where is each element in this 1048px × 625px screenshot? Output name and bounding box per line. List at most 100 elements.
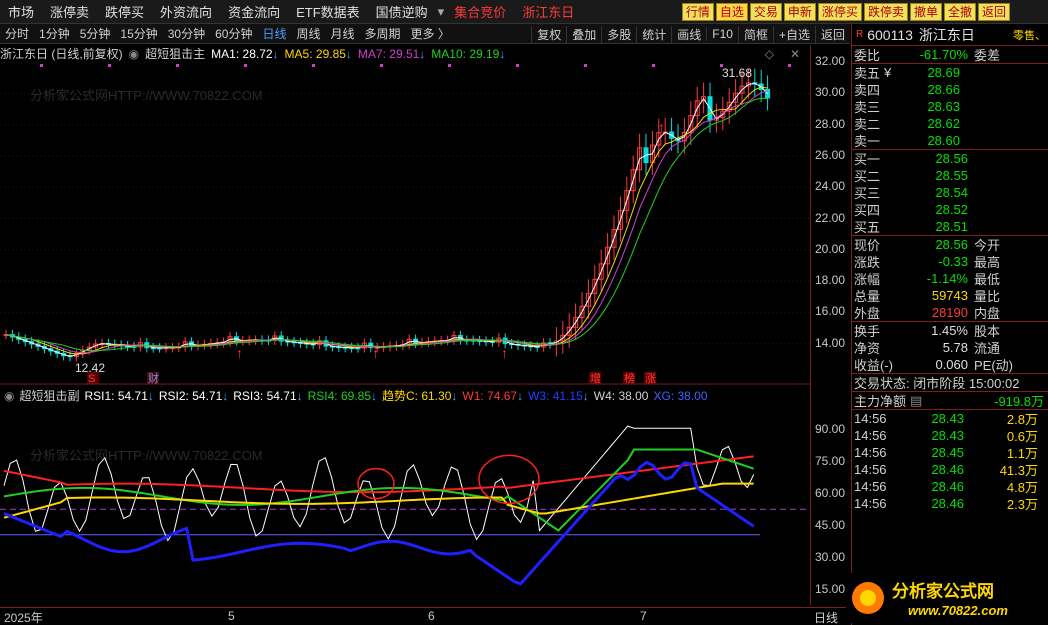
- bid-row[interactable]: 买一 28.56: [852, 150, 1048, 167]
- menu-item-2[interactable]: 跌停买: [97, 2, 152, 21]
- net-flow-row: 主力净额 ▤ -919.8万: [852, 392, 1048, 410]
- indicator-chart[interactable]: 分析家公式网HTTP://WWW.70822.COM: [0, 404, 810, 604]
- period-2[interactable]: 5分钟: [75, 25, 116, 42]
- stock-tag[interactable]: 零售、: [1013, 27, 1048, 43]
- tick-row: 14:56 28.46 41.3万: [852, 461, 1048, 478]
- ask-row[interactable]: 卖三 28.63: [852, 98, 1048, 115]
- price-tick: 14.00: [815, 335, 846, 350]
- arrow-down-icon: ↓: [499, 46, 506, 61]
- arrow-down-icon: ↓: [345, 46, 352, 61]
- event-marker-label: 增: [590, 371, 601, 385]
- arrow-down-icon: ↓: [419, 46, 426, 61]
- ask-price: 28.60: [927, 133, 960, 148]
- bid-row[interactable]: 买五 28.51: [852, 218, 1048, 235]
- period-8[interactable]: 月线: [326, 25, 360, 42]
- chevron-down-icon[interactable]: ▾: [436, 4, 447, 20]
- signal-dot: [516, 64, 519, 67]
- ask-row[interactable]: 卖二 28.62: [852, 115, 1048, 132]
- tool-5[interactable]: F10: [706, 27, 738, 41]
- ratio-value: -61.70%: [919, 47, 968, 62]
- period-3[interactable]: 15分钟: [115, 25, 162, 42]
- top-button-5[interactable]: 跌停卖: [863, 3, 908, 21]
- top-button-6[interactable]: 撤单: [909, 3, 942, 21]
- sub-tick: 45.00: [815, 518, 846, 532]
- top-button-0[interactable]: 行情: [681, 3, 714, 21]
- price-tick: 18.00: [815, 273, 846, 288]
- rsi1-value: RSI1: 54.71: [84, 388, 148, 403]
- w3-line: [3, 460, 755, 586]
- top-button-2[interactable]: 交易: [749, 3, 782, 21]
- period-9[interactable]: 多周期: [360, 25, 406, 42]
- top-button-7[interactable]: 全撤: [943, 3, 976, 21]
- diamond-icon[interactable]: ◇: [765, 47, 774, 61]
- close-icon[interactable]: ✕: [790, 47, 800, 61]
- tool-8[interactable]: 返回: [814, 25, 850, 43]
- menu-item-6[interactable]: 国债逆购: [368, 2, 436, 21]
- ask-row[interactable]: 卖五 ¥28.69: [852, 64, 1048, 81]
- top-button-1[interactable]: 自选: [715, 3, 748, 21]
- period-6[interactable]: 日线: [257, 25, 291, 42]
- logo-emblem-inner: [860, 590, 876, 606]
- period-5[interactable]: 60分钟: [210, 25, 257, 42]
- stat-label2: 内盘: [974, 306, 1001, 321]
- tool-6[interactable]: 简框: [737, 25, 773, 43]
- bid-row[interactable]: 买二 28.55: [852, 167, 1048, 184]
- ask-price: 28.62: [927, 116, 960, 131]
- period-4[interactable]: 30分钟: [163, 25, 210, 42]
- top-button-8[interactable]: 返回: [977, 3, 1010, 21]
- tool-4[interactable]: 画线: [671, 25, 706, 43]
- period-10[interactable]: 更多 〉: [406, 25, 455, 42]
- sub-tick: 75.00: [815, 454, 846, 468]
- sub-tick: 90.00: [815, 422, 846, 436]
- tool-2[interactable]: 多股: [601, 25, 636, 43]
- signal-dot: [40, 64, 43, 67]
- menu-item-4[interactable]: 资金流向: [220, 2, 288, 21]
- ask-row[interactable]: 卖一 28.60: [852, 132, 1048, 149]
- ask-row[interactable]: 卖四 28.66: [852, 81, 1048, 98]
- tool-0[interactable]: 复权: [531, 25, 566, 43]
- time-tick: 6: [428, 609, 435, 623]
- bid-price: 28.56: [935, 151, 968, 166]
- yuan-icon: ¥: [884, 65, 892, 80]
- chevron-down-icon[interactable]: ◉: [129, 47, 139, 61]
- menu-item-5[interactable]: ETF数据表: [288, 2, 368, 21]
- arrow-down-icon: ↓: [451, 388, 458, 403]
- main-indicator-name[interactable]: 超短狙击主: [145, 45, 205, 62]
- menu-item-8[interactable]: 浙江东日: [514, 2, 582, 21]
- rsi2-value: RSI2: 54.71: [158, 388, 223, 403]
- bottom-period-label[interactable]: 日线: [814, 609, 838, 625]
- menu-item-3[interactable]: 外资流向: [152, 2, 220, 21]
- tool-3[interactable]: 统计: [636, 25, 671, 43]
- menu-item-7[interactable]: 集合竞价: [446, 2, 514, 21]
- stat-label: 收益(-): [854, 358, 893, 373]
- tool-1[interactable]: 叠加: [566, 25, 601, 43]
- period-7[interactable]: 周线: [291, 25, 325, 42]
- price-chart[interactable]: 分析家公式网HTTP://WWW.70822.COM↑ ↑ ↑↑31.6812.42…: [0, 62, 810, 385]
- event-marker-label: S: [88, 373, 95, 385]
- chart-toolbar: 分时 1分钟 5分钟 15分钟 30分钟 60分钟 日线 周线 月线 多周期 更多 〉 复权 叠加 多股…: [0, 24, 850, 44]
- table-icon[interactable]: ▤: [910, 393, 922, 409]
- tool-7[interactable]: +自选: [772, 25, 815, 43]
- sub-indicator-name[interactable]: 超短狙击副: [19, 387, 79, 404]
- period-0[interactable]: 分时: [0, 25, 34, 42]
- rsi3-value: RSI3: 54.71: [233, 388, 297, 403]
- trade-status: 交易状态: 闭市阶段 15:00:02: [852, 374, 1048, 391]
- signal-dot: [244, 64, 247, 67]
- period-1[interactable]: 1分钟: [34, 25, 75, 42]
- stat-row: 换手 1.45% 股本: [852, 322, 1048, 339]
- bid-list: 买一 28.56 买二 28.55 买三 28.54 买四 28.52 买五 28.51: [852, 150, 1048, 235]
- top-button-3[interactable]: 申新: [783, 3, 816, 21]
- arrow-down-icon: ↓: [296, 388, 303, 403]
- bid-row[interactable]: 买三 28.54: [852, 184, 1048, 201]
- bid-row[interactable]: 买四 28.52: [852, 201, 1048, 218]
- tick-row: 14:56 28.46 4.8万: [852, 478, 1048, 495]
- menu-item-0[interactable]: 市场: [0, 2, 42, 21]
- stat-value: 28.56: [935, 237, 968, 252]
- ask-label: 卖一: [854, 134, 881, 149]
- menu-item-1[interactable]: 涨停卖: [42, 2, 97, 21]
- chevron-down-icon[interactable]: ◉: [4, 389, 14, 403]
- time-tick: 7: [640, 609, 647, 623]
- buy-arrow-icon: ↑: [372, 345, 379, 361]
- xg-value: XG: 38.00: [653, 388, 708, 403]
- top-button-4[interactable]: 涨停买: [817, 3, 862, 21]
